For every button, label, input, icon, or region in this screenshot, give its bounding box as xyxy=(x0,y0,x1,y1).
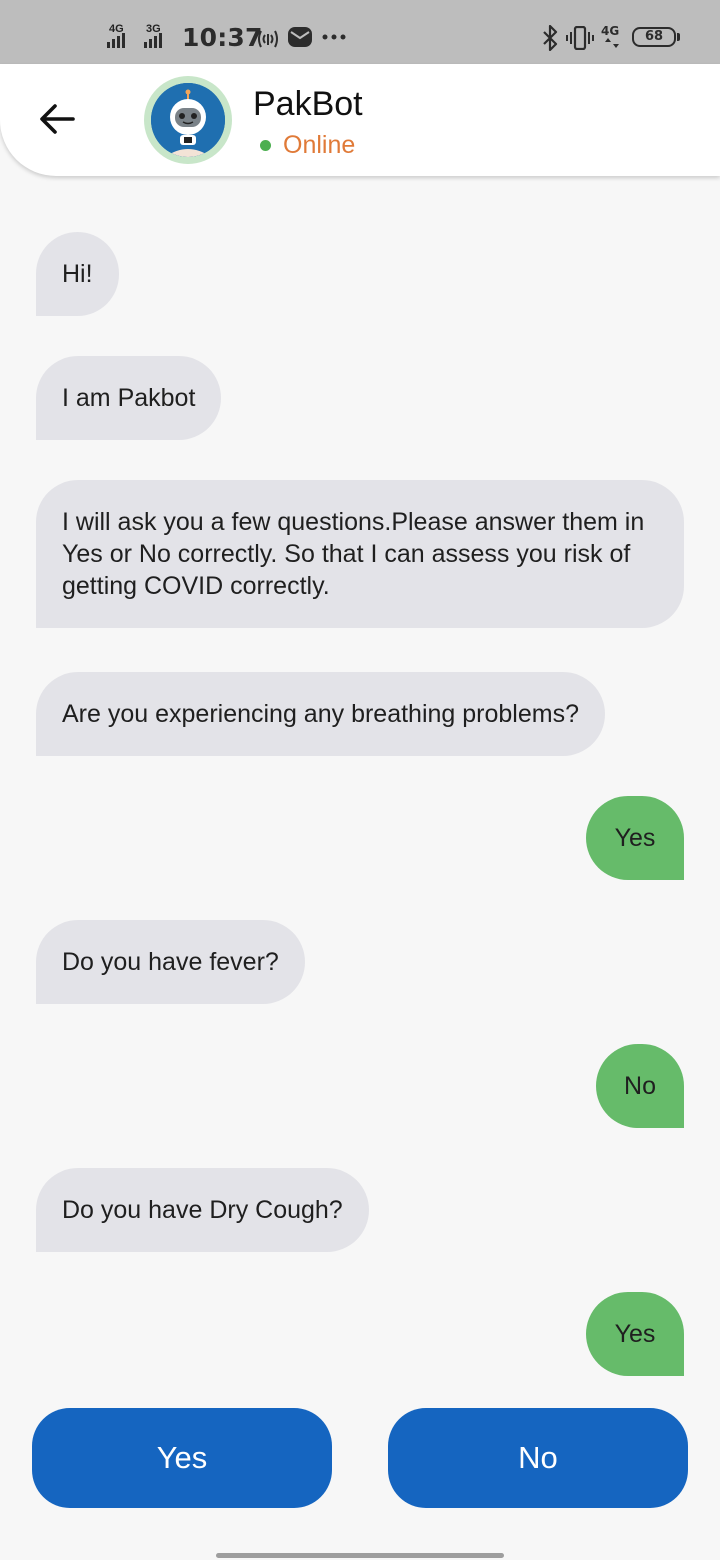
bot-message: Do you have Dry Cough? xyxy=(36,1168,369,1252)
bluetooth-icon xyxy=(543,25,558,51)
battery-tip xyxy=(677,33,680,41)
back-button[interactable] xyxy=(30,92,84,146)
online-indicator-icon xyxy=(260,139,271,151)
bot-name: PakBot xyxy=(253,85,363,123)
network-type-label: 4G xyxy=(601,24,620,38)
bot-message: I am Pakbot xyxy=(36,356,222,440)
robot-icon xyxy=(151,83,225,157)
user-message: Yes xyxy=(586,796,684,880)
arrow-left-icon xyxy=(40,104,75,134)
user-message: No xyxy=(596,1044,684,1128)
mobile-data-icon: 4G xyxy=(601,25,629,49)
bot-avatar xyxy=(144,76,232,164)
battery-level: 68 xyxy=(644,29,664,44)
signal-4g-icon: 4G xyxy=(107,24,135,48)
clock: 10:37 xyxy=(182,23,263,52)
chat-messages[interactable]: Hi! I am Pakbot I will ask you a few que… xyxy=(0,176,720,1376)
bot-message: Do you have fever? xyxy=(36,920,305,1004)
bot-message: Are you experiencing any breathing probl… xyxy=(36,672,605,756)
yes-button[interactable]: Yes xyxy=(32,1408,332,1508)
status-bar: 4G 3G 10:37 4G 68 xyxy=(0,0,720,64)
no-button[interactable]: No xyxy=(388,1408,688,1508)
chat-header: PakBot Online xyxy=(0,64,720,176)
bot-status: Online xyxy=(260,130,355,160)
status-text: Online xyxy=(283,130,356,159)
more-notifications-icon xyxy=(322,34,346,40)
battery-icon: 68 xyxy=(632,27,676,47)
signal-3g-icon: 3G xyxy=(144,24,172,48)
hotspot-icon xyxy=(258,30,278,48)
user-message: Yes xyxy=(586,1292,684,1376)
message-icon xyxy=(288,27,312,47)
bot-message: I will ask you a few questions.Please an… xyxy=(36,480,684,628)
home-indicator[interactable] xyxy=(216,1553,504,1558)
vibrate-icon xyxy=(566,26,594,50)
bot-message: Hi! xyxy=(36,232,119,316)
